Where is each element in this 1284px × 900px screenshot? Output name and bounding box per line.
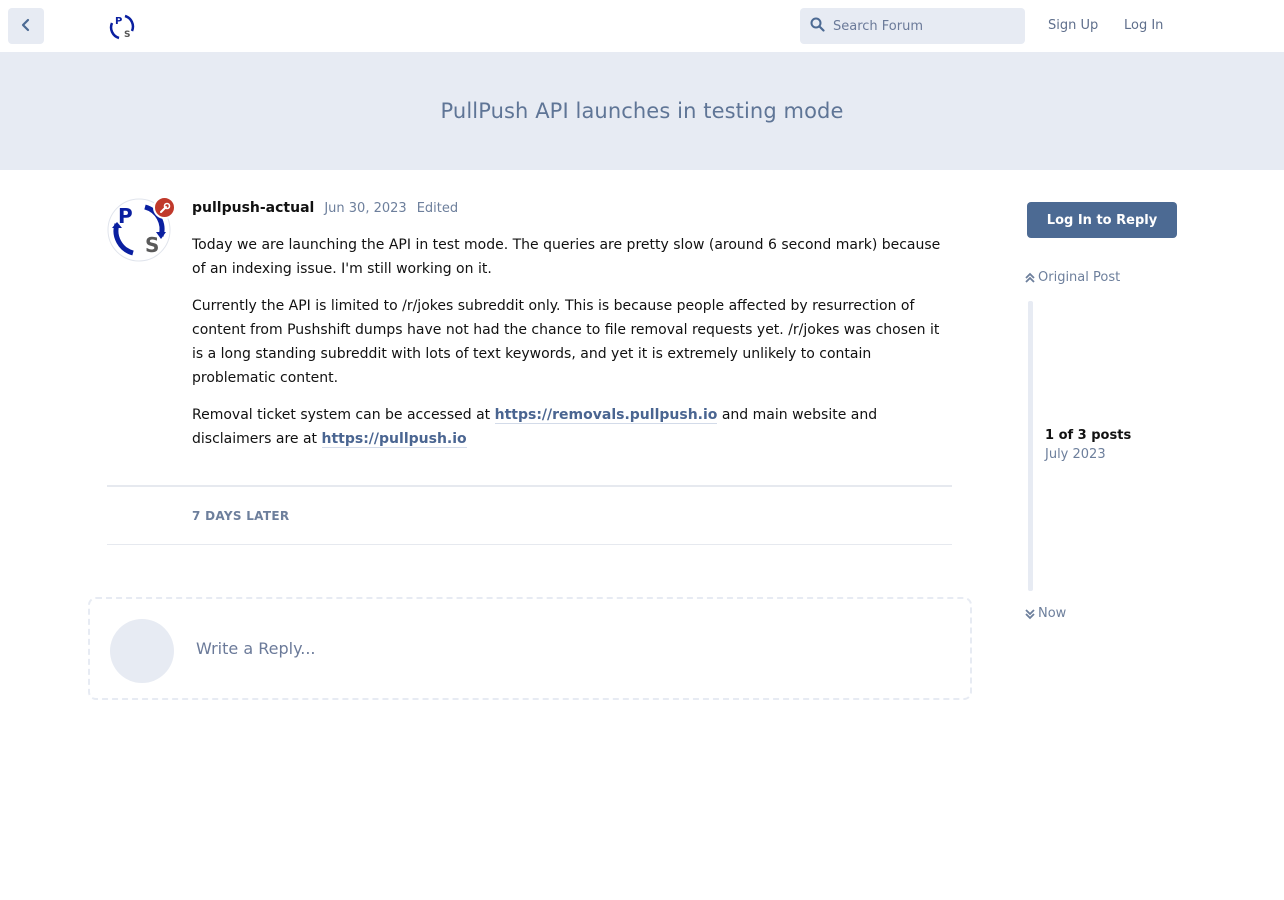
reply-avatar — [110, 619, 174, 683]
post-header: pullpush-actual Jun 30, 2023 Edited — [192, 200, 458, 216]
svg-text:S: S — [145, 233, 159, 257]
back-button[interactable] — [8, 8, 44, 44]
search-box[interactable] — [800, 8, 1025, 44]
search-input[interactable] — [833, 18, 1013, 34]
search-icon — [810, 17, 825, 36]
post-paragraph: Currently the API is limited to /r/jokes… — [192, 298, 940, 386]
sign-up-link[interactable]: Sign Up — [1048, 18, 1098, 33]
post-body: Today we are launching the API in test m… — [192, 234, 952, 466]
now-label: Now — [1038, 606, 1067, 621]
scrubber-track[interactable] — [1028, 301, 1033, 591]
discussion-title: PullPush API launches in testing mode — [440, 99, 844, 123]
post-divider — [107, 544, 952, 545]
site-logo[interactable]: P S — [106, 11, 138, 43]
discussion-hero: PullPush API launches in testing mode — [0, 52, 1284, 170]
double-chevron-up-icon — [1025, 272, 1035, 284]
post-username[interactable]: pullpush-actual — [192, 200, 314, 216]
post-paragraph: Today we are launching the API in test m… — [192, 237, 941, 277]
post-date[interactable]: Jun 30, 2023 — [324, 201, 406, 216]
original-post-label: Original Post — [1038, 270, 1121, 285]
post-text: Removal ticket system can be accessed at — [192, 407, 495, 424]
log-in-link[interactable]: Log In — [1124, 18, 1163, 33]
website-link[interactable]: https://pullpush.io — [321, 430, 467, 448]
scrubber-handle[interactable]: 1 of 3 posts July 2023 — [1045, 428, 1131, 462]
original-post-link[interactable]: Original Post — [1025, 270, 1120, 285]
header-bar: P S Sign Up Log In — [0, 0, 1284, 52]
post-paragraph: Removal ticket system can be accessed at… — [192, 404, 952, 451]
reply-composer[interactable]: Write a Reply... — [88, 597, 972, 700]
post-edited-label[interactable]: Edited — [417, 201, 458, 216]
chevron-left-icon — [20, 17, 32, 36]
svg-text:S: S — [124, 30, 130, 40]
wrench-icon — [153, 196, 176, 219]
log-in-to-reply-button[interactable]: Log In to Reply — [1027, 202, 1177, 238]
time-gap-label: 7 DAYS LATER — [192, 509, 290, 523]
reply-placeholder[interactable]: Write a Reply... — [196, 639, 316, 658]
post-divider — [107, 485, 952, 487]
scrubber-position: 1 of 3 posts — [1045, 428, 1132, 443]
scrubber-date: July 2023 — [1045, 447, 1106, 462]
removals-link[interactable]: https://removals.pullpush.io — [494, 407, 718, 425]
svg-text:P: P — [118, 204, 133, 228]
now-link[interactable]: Now — [1025, 606, 1066, 621]
double-chevron-down-icon — [1025, 608, 1035, 620]
svg-text:P: P — [115, 16, 122, 27]
